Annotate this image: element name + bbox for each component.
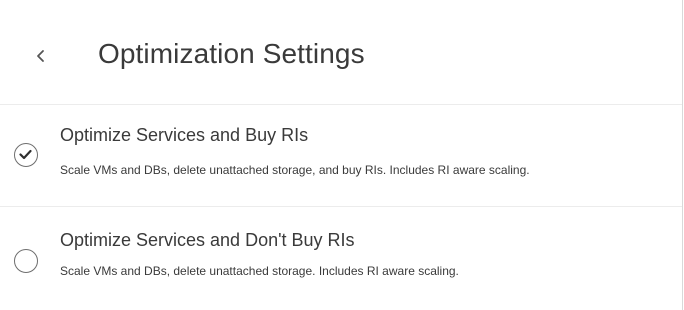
back-button[interactable] bbox=[30, 44, 52, 68]
chevron-left-icon bbox=[30, 44, 52, 68]
panel-header: Optimization Settings bbox=[0, 0, 682, 105]
option-title: Optimize Services and Buy RIs bbox=[60, 125, 309, 145]
option-title: Optimize Services and Don't Buy RIs bbox=[60, 230, 355, 250]
option-description: Scale VMs and DBs, delete unattached sto… bbox=[60, 163, 530, 177]
option-radio-unselected[interactable] bbox=[14, 249, 38, 273]
option-optimize-and-buy-ris[interactable]: Optimize Services and Buy RIs Scale VMs … bbox=[0, 105, 682, 207]
option-description: Scale VMs and DBs, delete unattached sto… bbox=[60, 264, 459, 278]
option-optimize-and-dont-buy-ris[interactable]: Optimize Services and Don't Buy RIs Scal… bbox=[0, 207, 682, 310]
option-radio-selected[interactable] bbox=[14, 143, 38, 167]
page-title: Optimization Settings bbox=[98, 38, 365, 69]
optimization-settings-panel: Optimization Settings Optimize Services … bbox=[0, 0, 683, 310]
